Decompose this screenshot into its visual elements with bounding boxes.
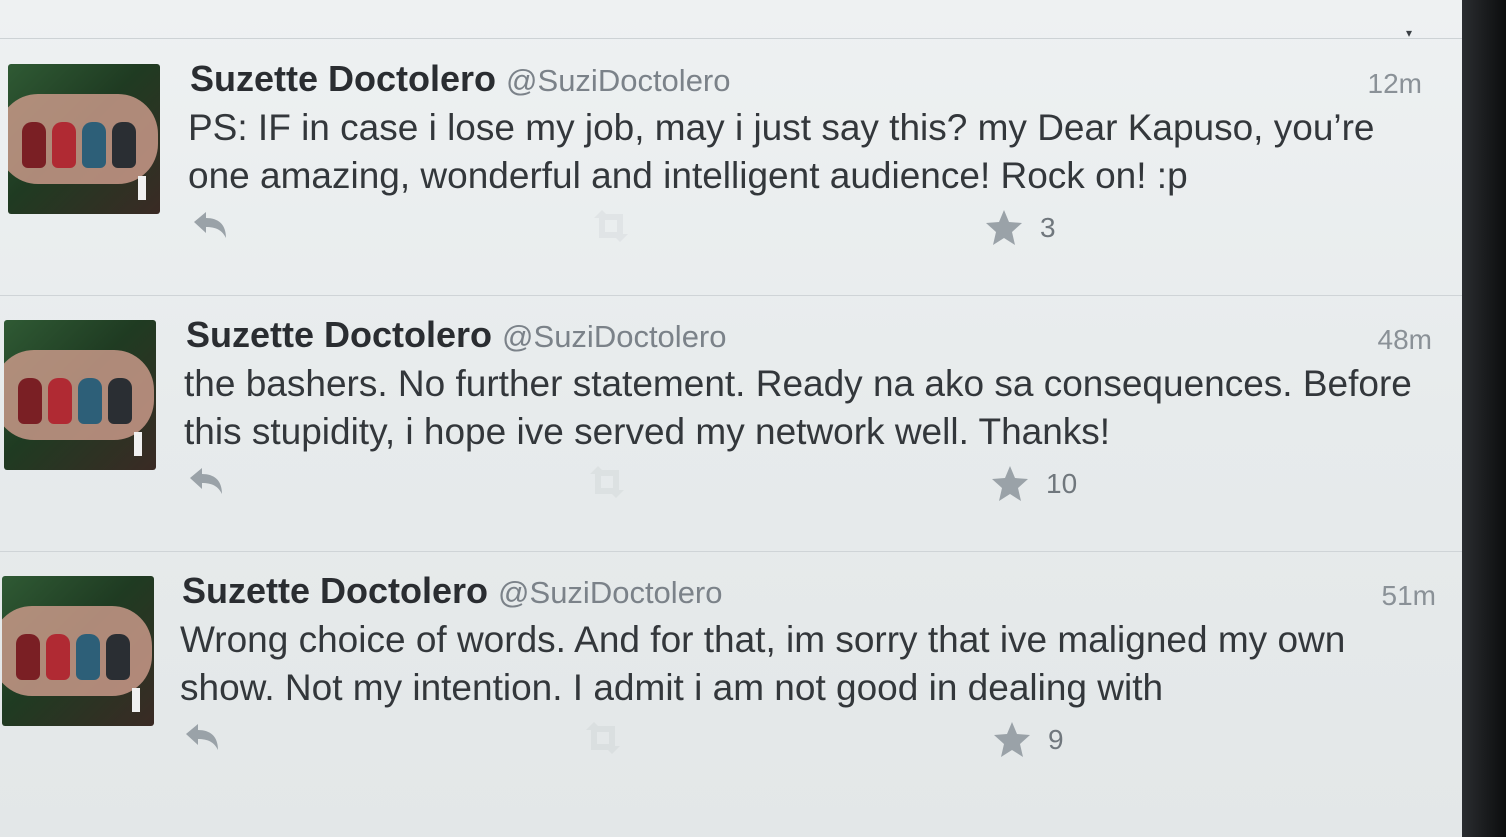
favorite-button[interactable]: 9: [992, 720, 1064, 760]
tweet-text: the bashers. No further statement. Ready…: [184, 363, 1412, 452]
author-handle[interactable]: @SuziDoctolero: [502, 319, 726, 354]
avatar[interactable]: [4, 320, 156, 470]
tweet-timestamp: 48m: [1377, 324, 1432, 355]
retweet-icon[interactable]: [588, 208, 634, 244]
tweet-actions: 10: [184, 464, 1284, 504]
author-name[interactable]: Suzette Doctolero: [182, 570, 488, 611]
favorite-button[interactable]: 3: [984, 208, 1056, 248]
retweet-icon[interactable]: [580, 720, 626, 756]
tweet-item[interactable]: Suzette Doctolero @SuziDoctolero 48m the …: [0, 296, 1462, 552]
reply-icon[interactable]: [182, 720, 222, 756]
retweet-icon[interactable]: [584, 464, 630, 500]
reply-icon[interactable]: [186, 464, 226, 500]
avatar[interactable]: [8, 64, 160, 214]
favorite-count: 3: [1040, 212, 1056, 243]
star-icon[interactable]: [992, 720, 1032, 760]
favorite-count: 9: [1048, 724, 1064, 755]
reply-icon[interactable]: [190, 208, 230, 244]
avatar[interactable]: [2, 576, 154, 726]
tweet-author[interactable]: Suzette Doctolero @SuziDoctolero: [186, 314, 727, 356]
favorite-count: 10: [1046, 468, 1078, 499]
tweet-item[interactable]: Suzette Doctolero @SuziDoctolero 51m Wron…: [0, 552, 1462, 808]
author-handle[interactable]: @SuziDoctolero: [498, 575, 722, 610]
star-icon[interactable]: [990, 464, 1030, 504]
tweet-timestamp: 12m: [1367, 68, 1422, 99]
star-icon[interactable]: [984, 208, 1024, 248]
tweet-actions: 9: [180, 720, 1280, 760]
chevron-down-icon[interactable]: ▾: [1406, 26, 1412, 40]
tweet-author[interactable]: Suzette Doctolero @SuziDoctolero: [190, 58, 731, 100]
tweet-text: Wrong choice of words. And for that, im …: [180, 619, 1346, 708]
author-name[interactable]: Suzette Doctolero: [186, 314, 492, 355]
tweet-text: PS: IF in case i lose my job, may i just…: [188, 107, 1375, 196]
favorite-button[interactable]: 10: [990, 464, 1077, 504]
timeline-screen: ▾ Suzette Doctolero @SuziDoctolero 12m PS…: [0, 0, 1462, 837]
author-handle[interactable]: @SuziDoctolero: [506, 63, 730, 98]
author-name[interactable]: Suzette Doctolero: [190, 58, 496, 99]
timeline-header-divider: [0, 0, 1462, 39]
device-bezel: [1462, 0, 1506, 837]
tweet-item[interactable]: Suzette Doctolero @SuziDoctolero 12m PS: …: [0, 40, 1462, 296]
tweet-actions: 3: [188, 208, 1288, 248]
tweet-author[interactable]: Suzette Doctolero @SuziDoctolero: [182, 570, 723, 612]
tweet-timestamp: 51m: [1381, 580, 1436, 611]
